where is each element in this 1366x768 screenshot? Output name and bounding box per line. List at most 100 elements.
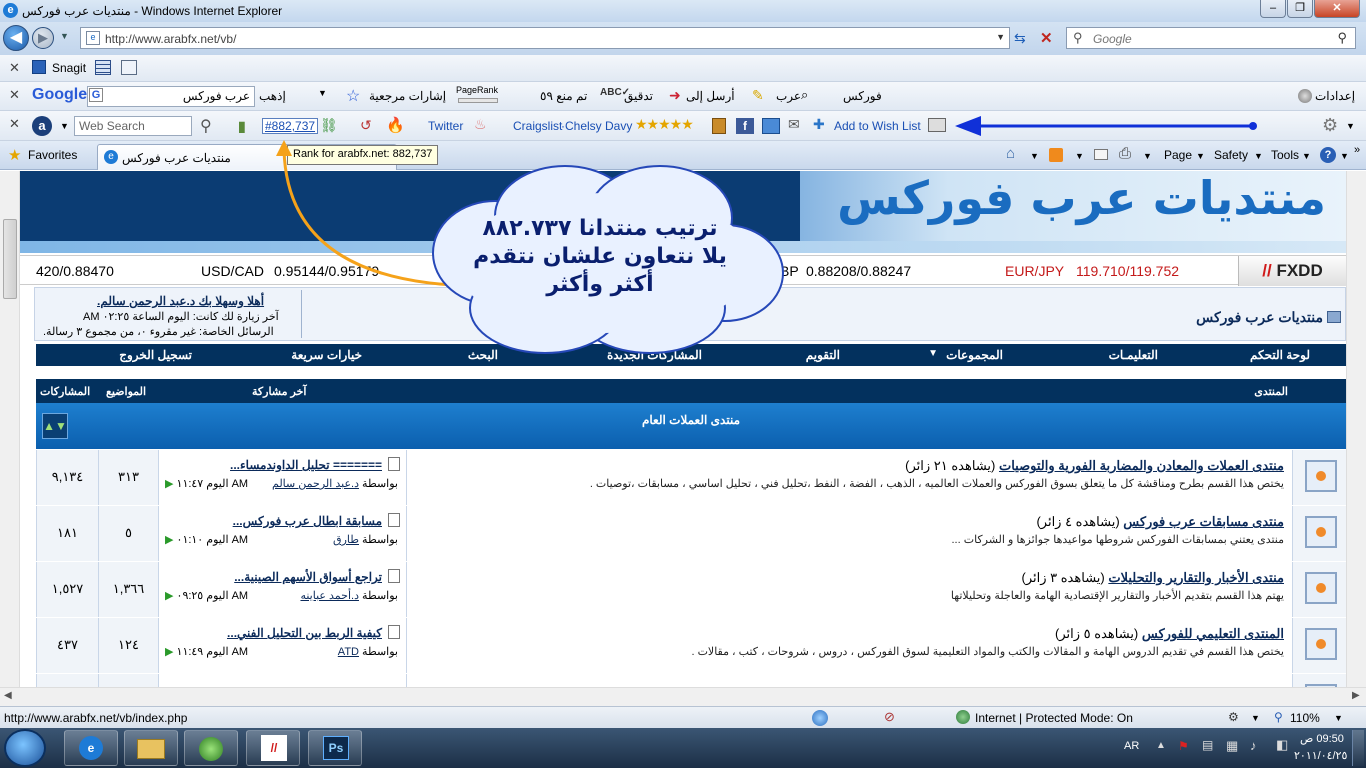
go-last-post-icon[interactable]: ▶: [165, 534, 173, 546]
url-dropdown-icon[interactable]: ▼: [996, 32, 1005, 42]
spellcheck-menu[interactable]: تدقيق: [624, 89, 653, 103]
fxdd-logo[interactable]: // FXDD: [1238, 256, 1346, 286]
print-icon[interactable]: ⎙: [1119, 145, 1131, 162]
protected-mode-icon[interactable]: ⚙: [1228, 710, 1239, 724]
alexa-rank-link[interactable]: #882,737: [262, 118, 319, 134]
close-toolbar-icon[interactable]: ✕: [9, 87, 20, 103]
last-poster-link[interactable]: د.أحمد عباينه: [300, 590, 359, 602]
gear-icon[interactable]: ⚙: [1322, 115, 1338, 136]
zoom-level[interactable]: 110%: [1290, 711, 1320, 725]
read-mail-icon[interactable]: [1094, 149, 1108, 160]
left-scrollbar[interactable]: [0, 171, 20, 687]
last-poster-link[interactable]: د.عبد الرحمن سالم: [272, 478, 359, 490]
private-messages-link[interactable]: الرسائل الخاصة: غير مقروء ٠، من مجموع ٣ …: [43, 325, 274, 338]
mail-icon[interactable]: ✉: [788, 116, 800, 133]
horizontal-scrollbar[interactable]: ◀ ▶: [0, 687, 1366, 706]
facebook-icon[interactable]: f: [736, 118, 754, 134]
taskbar-photoshop[interactable]: Ps: [308, 730, 362, 766]
start-button[interactable]: [4, 729, 46, 767]
forum-home-link[interactable]: منتديات عرب فوركس: [1196, 309, 1323, 326]
scroll-thumb[interactable]: [3, 219, 17, 299]
nav-help[interactable]: التعليمـات: [1109, 348, 1158, 362]
last-poster-link[interactable]: طارق: [333, 534, 359, 546]
help-icon[interactable]: ?: [1320, 147, 1336, 163]
last-post-title[interactable]: مسابقة ابطال عرب فوركس...: [233, 514, 382, 528]
tray-network-icon[interactable]: ▦: [1226, 738, 1238, 754]
protected-dropdown-icon[interactable]: ▼: [1251, 713, 1260, 723]
go-last-post-icon[interactable]: ▶: [165, 646, 173, 658]
rss-icon[interactable]: [1049, 148, 1063, 162]
magnifier-icon[interactable]: ⚲: [200, 116, 212, 136]
forum-title-link[interactable]: منتدى مسابقات عرب فوركس: [1123, 514, 1284, 529]
capture-window-icon[interactable]: [121, 60, 137, 75]
privacy-icon[interactable]: ⊘: [884, 709, 895, 725]
toolbar-dropdown-icon[interactable]: ▼: [318, 88, 327, 98]
address-bar[interactable]: e http://www.arabfx.net/vb/ ▼: [80, 27, 1010, 49]
link-icon[interactable]: ⛓: [320, 117, 338, 134]
nav-control-panel[interactable]: لوحة التحكم: [1250, 348, 1310, 362]
arab-button[interactable]: عرب: [776, 89, 801, 103]
tray-expand-icon[interactable]: ▲: [1156, 740, 1166, 751]
screen-capture-icon[interactable]: [928, 118, 946, 132]
minimize-button[interactable]: –: [1260, 0, 1286, 18]
nav-calendar[interactable]: التقويم: [806, 348, 840, 362]
go-last-post-icon[interactable]: ▶: [165, 478, 173, 490]
ask-dropdown-icon[interactable]: ▼: [60, 121, 69, 131]
last-poster-link[interactable]: ATD: [338, 646, 359, 658]
tray-flag-icon[interactable]: ⚑: [1178, 739, 1189, 753]
nav-quick-options[interactable]: خيارات سريعة: [291, 348, 362, 362]
home-dropdown-icon[interactable]: ▼: [1030, 151, 1039, 161]
forex-button[interactable]: فوركس: [843, 89, 882, 103]
back-button[interactable]: ◀: [3, 25, 29, 51]
wishlist-link[interactable]: Add to Wish List: [834, 119, 921, 133]
gear-dropdown-icon[interactable]: ▼: [1346, 121, 1355, 131]
ask-logo-icon[interactable]: a: [32, 116, 52, 136]
last-post-title[interactable]: تراجع أسواق الأسهم الصينية...: [234, 570, 382, 584]
bookmarks-menu[interactable]: إشارات مرجعية: [369, 89, 446, 103]
snagit-label[interactable]: Snagit: [52, 61, 86, 75]
history-dropdown-icon[interactable]: ▼: [60, 31, 69, 41]
tools-menu[interactable]: Tools: [1271, 148, 1299, 162]
banner-logo[interactable]: منتديات عرب فوركس: [837, 171, 1326, 225]
clock-date[interactable]: ٢٠١١/٠٤/٢٥: [1294, 749, 1347, 762]
search-box[interactable]: ⚲ Google ⚲: [1066, 27, 1356, 49]
google-go-button[interactable]: إذهب: [259, 89, 286, 103]
close-toolbar-icon[interactable]: ✕: [9, 116, 20, 132]
undo-icon[interactable]: ↺: [360, 117, 372, 134]
chevron-more-icon[interactable]: »: [1354, 144, 1360, 156]
show-desktop-button[interactable]: [1352, 730, 1364, 766]
craigslist-link[interactable]: Craigslist: [513, 119, 562, 133]
language-indicator[interactable]: AR: [1124, 740, 1139, 752]
go-last-post-icon[interactable]: ▶: [165, 590, 173, 602]
last-post-title[interactable]: ======= تحليل الداوندمساء...: [230, 458, 382, 472]
fire-icon[interactable]: 🔥: [386, 116, 405, 134]
nav-logout[interactable]: تسجيل الخروج: [119, 348, 192, 362]
clock-time[interactable]: 09:50 ص: [1300, 732, 1344, 745]
share-icon[interactable]: [762, 118, 780, 134]
tray-device-icon[interactable]: ▤: [1202, 738, 1213, 752]
google-search-input[interactable]: عرب فوركس: [87, 86, 255, 107]
nav-groups[interactable]: المجموعات: [946, 348, 1003, 362]
forward-button[interactable]: ▶: [32, 27, 54, 49]
taskbar-app[interactable]: [184, 730, 238, 766]
tray-misc-icon[interactable]: ◧: [1276, 737, 1288, 753]
home-icon[interactable]: ⌂: [1006, 145, 1015, 162]
stop-icon[interactable]: ✕: [1040, 29, 1053, 47]
forum-title-link[interactable]: منتدى العملات والمعادن والمضاربة الفورية…: [999, 458, 1284, 473]
rating-stars-icon[interactable]: ★★★★★: [635, 116, 694, 133]
help-dropdown-icon[interactable]: ▼: [1340, 151, 1349, 161]
favorites-star-icon[interactable]: ★: [8, 146, 21, 164]
twitter-link[interactable]: Twitter: [428, 119, 463, 133]
nav-groups-dropdown-icon[interactable]: ▼: [928, 348, 938, 359]
scroll-left-icon[interactable]: ◀: [4, 690, 12, 701]
close-button[interactable]: ✕: [1314, 0, 1360, 18]
book-icon[interactable]: [712, 118, 726, 134]
send-to-menu[interactable]: أرسل إلى: [686, 89, 735, 103]
find-icon[interactable]: ⌕: [801, 87, 808, 103]
print-dropdown-icon[interactable]: ▼: [1143, 151, 1152, 161]
capture-grid-icon[interactable]: [95, 60, 111, 75]
search-go-icon[interactable]: ⚲: [1337, 30, 1347, 46]
right-scrollbar[interactable]: [1346, 171, 1366, 687]
rss-dropdown-icon[interactable]: ▼: [1075, 151, 1084, 161]
taskbar-fxdd[interactable]: //: [246, 730, 300, 766]
